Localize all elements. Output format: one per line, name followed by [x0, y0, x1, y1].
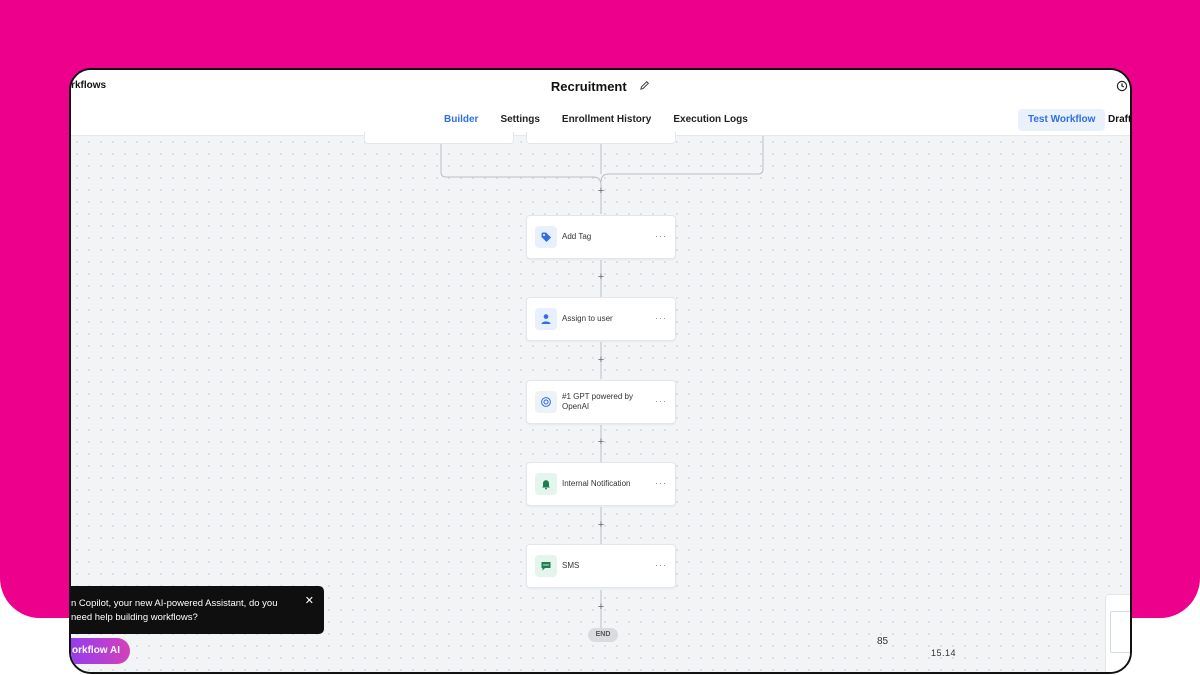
edit-title-icon[interactable]: [639, 78, 650, 96]
top-bar: orkflows Recruitment: [71, 70, 1130, 105]
node-internal-notification[interactable]: Internal Notification ···: [526, 462, 676, 506]
tab-builder[interactable]: Builder: [433, 104, 489, 135]
user-assign-icon: [535, 308, 557, 330]
copilot-toast: n Copilot, your new AI-powered Assistant…: [71, 586, 324, 634]
clock-icon[interactable]: [1116, 79, 1128, 97]
node-menu-icon[interactable]: ···: [655, 313, 667, 323]
node-menu-icon[interactable]: ···: [655, 560, 667, 570]
node-sms[interactable]: SMS ···: [526, 544, 676, 588]
canvas-number: 85: [877, 636, 889, 647]
node-add-tag[interactable]: Add Tag ···: [526, 215, 676, 259]
node-menu-icon[interactable]: ···: [655, 231, 667, 241]
side-widget-panel: [1110, 611, 1130, 653]
node-gpt-openai[interactable]: #1 GPT powered by OpenAI ···: [526, 380, 676, 424]
add-step-button[interactable]: +: [595, 519, 607, 531]
node-label: SMS: [562, 561, 580, 570]
add-step-button[interactable]: +: [595, 185, 607, 197]
workflow-title: Recruitment: [550, 79, 627, 95]
side-widget[interactable]: [1105, 594, 1130, 672]
add-step-button[interactable]: +: [595, 601, 607, 613]
test-workflow-button[interactable]: Test Workflow: [1018, 109, 1106, 131]
tab-list: Builder Settings Enrollment History Exec…: [433, 104, 759, 135]
previous-branch-node-left[interactable]: [364, 132, 514, 144]
tag-icon: [535, 226, 557, 248]
add-step-button[interactable]: +: [595, 271, 607, 283]
previous-branch-node-right[interactable]: [526, 132, 676, 144]
node-menu-icon[interactable]: ···: [655, 396, 667, 406]
workflow-ai-button[interactable]: orkflow AI: [71, 638, 130, 664]
end-marker: END: [588, 628, 618, 642]
draft-status[interactable]: Draft: [1108, 114, 1130, 125]
node-label: Add Tag: [562, 232, 592, 241]
node-label: Assign to user: [562, 314, 613, 323]
add-step-button[interactable]: +: [595, 436, 607, 448]
canvas-number: 15.14: [931, 648, 957, 658]
title-area: Recruitment: [71, 78, 1130, 96]
tab-enrollment-history[interactable]: Enrollment History: [551, 104, 662, 135]
node-assign-to-user[interactable]: Assign to user ···: [526, 297, 676, 341]
tab-execution-logs[interactable]: Execution Logs: [662, 104, 758, 135]
bell-icon: [535, 473, 557, 495]
add-step-button[interactable]: +: [595, 354, 607, 366]
node-label: #1 GPT powered by OpenAI: [562, 392, 634, 411]
sms-icon: [535, 555, 557, 577]
openai-icon: [535, 391, 557, 413]
copilot-message: n Copilot, your new AI-powered Assistant…: [71, 598, 278, 623]
tab-settings[interactable]: Settings: [489, 104, 550, 135]
node-menu-icon[interactable]: ···: [655, 478, 667, 488]
app-window: orkflows Recruitment Builder Settings En…: [69, 68, 1132, 674]
node-label: Internal Notification: [562, 479, 631, 488]
close-icon[interactable]: ✕: [305, 594, 314, 607]
